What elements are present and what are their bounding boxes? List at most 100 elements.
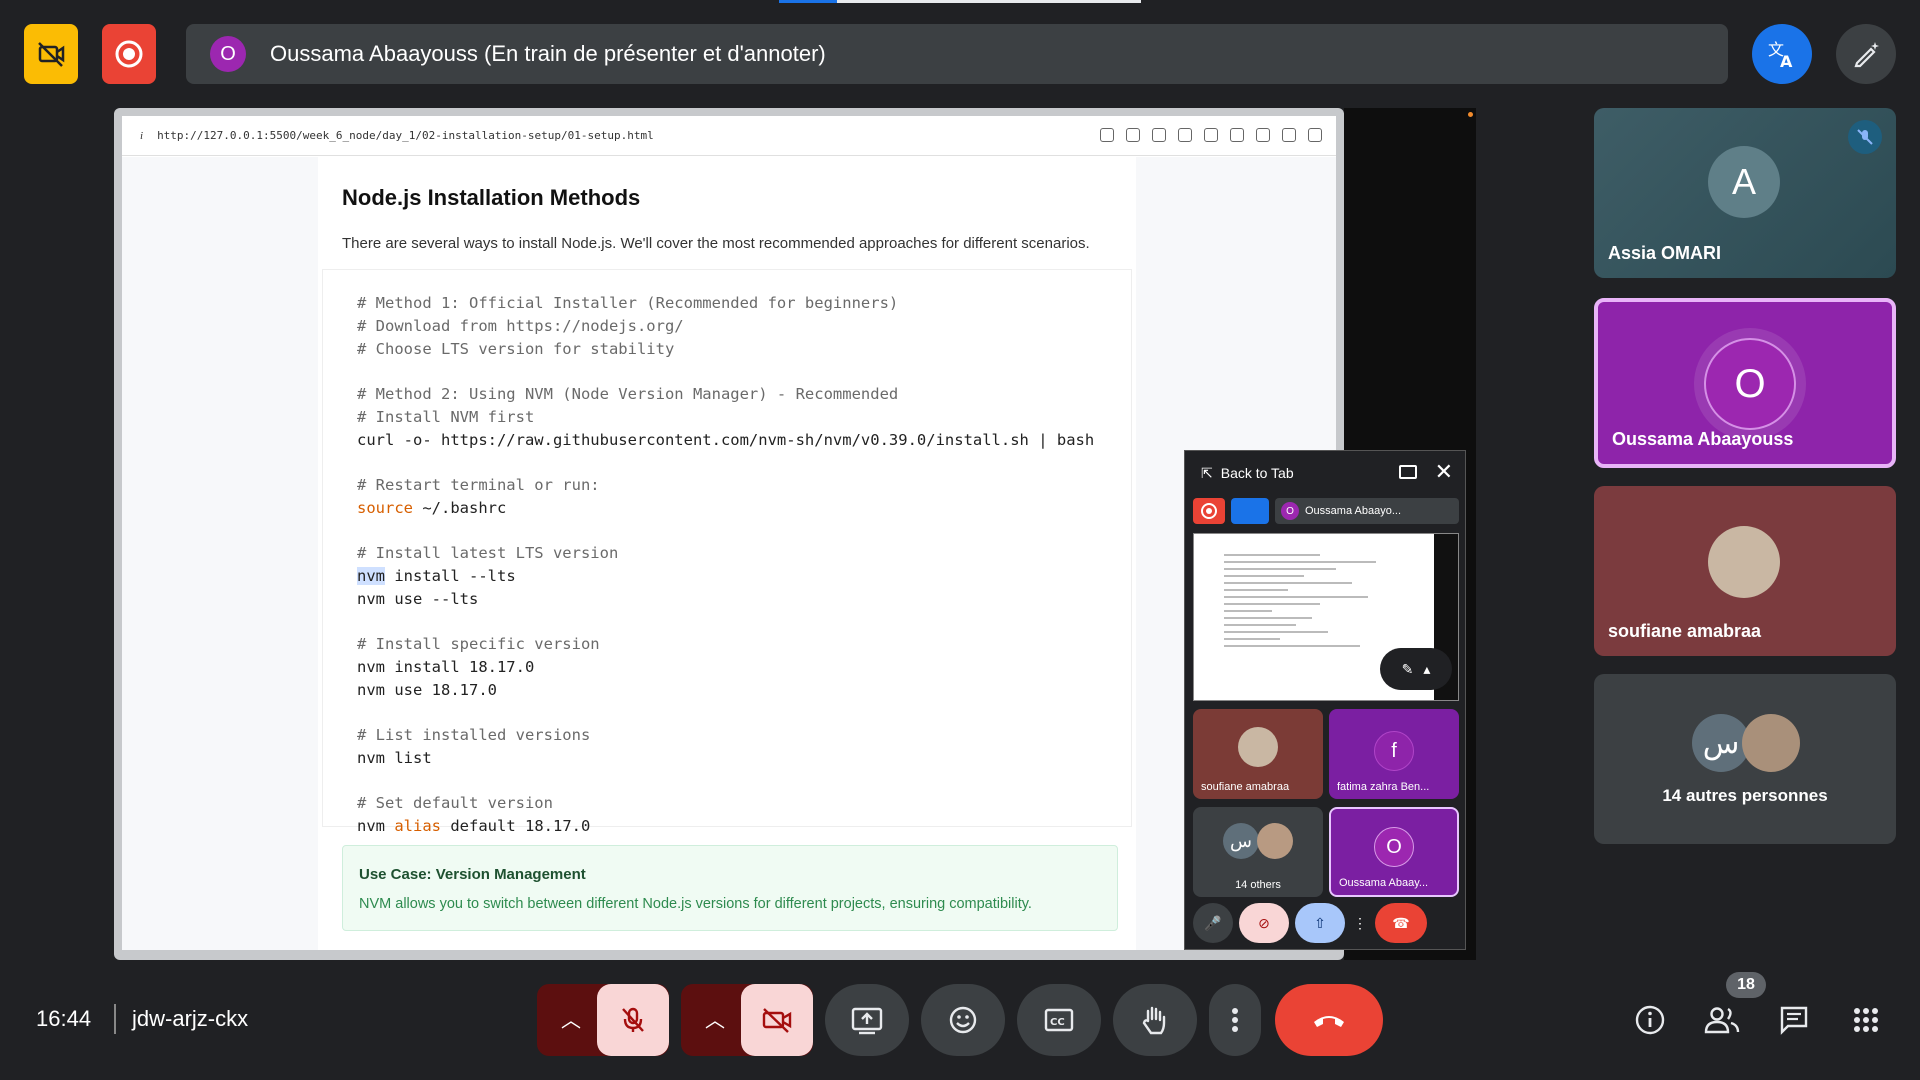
leave-call-button[interactable]	[1275, 984, 1383, 1056]
avatar	[1238, 727, 1278, 767]
hand-icon	[1142, 1006, 1166, 1035]
pip-mini-topbar: O Oussama Abaayo...	[1193, 497, 1459, 525]
code-line: nvm alias default 18.17.0	[357, 817, 590, 835]
link-icon	[1100, 128, 1114, 142]
code-block: # Method 1: Official Installer (Recommen…	[322, 269, 1132, 835]
camera-icon	[1152, 128, 1166, 142]
selected-text: nvm	[357, 567, 385, 585]
code-icon	[1256, 128, 1270, 142]
divider	[114, 1004, 116, 1034]
pip-screen-preview: ✎ ▴	[1193, 533, 1459, 701]
code-line: # Restart terminal or run:	[357, 476, 600, 494]
code-line: nvm use 18.17.0	[357, 681, 497, 699]
muted-mic-icon	[1848, 120, 1882, 154]
avatar: f	[1374, 731, 1414, 771]
code-line: nvm use --lts	[357, 590, 479, 608]
code-line: # Install NVM first	[357, 408, 535, 426]
pip-present-button[interactable]: ⇧	[1295, 903, 1345, 943]
close-icon[interactable]: ✕	[1435, 459, 1453, 485]
translate-icon: 文 A	[1768, 40, 1793, 71]
recording-button[interactable]	[102, 24, 156, 84]
participant-tile-oussama[interactable]: O Oussama Abaayouss	[1594, 298, 1896, 468]
back-to-tab-button[interactable]: ⇱ Back to Tab	[1185, 451, 1465, 495]
captions-button[interactable]: CC	[1017, 984, 1101, 1056]
screenshot-icon	[1126, 128, 1140, 142]
participant-name: soufiane amabraa	[1608, 621, 1762, 641]
page-area: Node.js Installation Methods There are s…	[122, 157, 1336, 950]
code-text: install --lts	[385, 567, 516, 585]
target-icon	[1230, 128, 1244, 142]
emoji-icon	[949, 1006, 977, 1034]
pip-mic-button[interactable]: 🎤	[1193, 903, 1233, 943]
participant-tile-soufiane[interactable]: soufiane amabraa	[1594, 486, 1896, 656]
intro-paragraph: There are several ways to install Node.j…	[342, 235, 1090, 252]
participant-name: Assia OMARI	[1608, 243, 1722, 263]
back-to-tab-label: Back to Tab	[1220, 465, 1294, 481]
activities-button[interactable]	[1846, 1000, 1886, 1040]
pin-icon	[1282, 128, 1296, 142]
avatar	[1742, 714, 1800, 772]
chevron-up-icon[interactable]: ︿	[705, 1004, 725, 1033]
svg-text:CC: CC	[1050, 1017, 1065, 1028]
chevron-up-icon[interactable]: ︿	[561, 1004, 581, 1033]
mini-translate-icon	[1231, 498, 1269, 524]
pip-tile-soufiane: soufiane amabraa	[1193, 709, 1323, 799]
present-screen-button[interactable]	[825, 984, 909, 1056]
more-options-button[interactable]	[1209, 984, 1261, 1056]
avatar: O	[1374, 827, 1414, 867]
chat-button[interactable]	[1774, 1000, 1814, 1040]
avatar	[1257, 823, 1293, 859]
indicator-dot	[1468, 112, 1473, 117]
participant-tile-assia[interactable]: A Assia OMARI	[1594, 108, 1896, 278]
site-info-icon: i	[140, 129, 144, 142]
chat-icon[interactable]	[1399, 465, 1417, 479]
closed-captions-icon: CC	[1044, 1008, 1074, 1032]
pip-tile-fatima: f fatima zahra Ben...	[1329, 709, 1459, 799]
meeting-code: jdw-arjz-ckx	[132, 1006, 249, 1031]
picture-in-picture-panel[interactable]: ⇱ Back to Tab ✕ O Oussama Abaayo... ✎ ▴ s…	[1184, 450, 1466, 950]
svg-text:A: A	[1780, 52, 1793, 71]
code-text: default 18.17.0	[441, 817, 591, 835]
translate-button[interactable]: 文 A	[1752, 24, 1812, 84]
reactions-button[interactable]	[921, 984, 1005, 1056]
pen-sparkle-icon	[1854, 42, 1879, 68]
page-title: Node.js Installation Methods	[342, 185, 641, 210]
clock: 16:44	[36, 1006, 92, 1031]
avatar: A	[1708, 146, 1780, 218]
code-line: nvm install 18.17.0	[357, 658, 535, 676]
info-icon	[1635, 1005, 1665, 1035]
code-line: # Download from https://nodejs.org/	[357, 317, 684, 335]
camera-toggle-button[interactable]	[741, 984, 813, 1056]
avatar	[1708, 526, 1780, 598]
call-end-icon	[1314, 1016, 1344, 1027]
pip-tile-oussama: O Oussama Abaay...	[1329, 807, 1459, 897]
others-count-label: 14 autres personnes	[1662, 786, 1828, 805]
pip-more-button[interactable]: ⋮	[1351, 903, 1369, 943]
presenter-banner: O Oussama Abaayouss (En train de présent…	[186, 24, 1728, 84]
pip-controls: 🎤 ⊘ ⇧ ⋮ ☎	[1193, 901, 1459, 945]
people-button[interactable]	[1702, 1000, 1742, 1040]
code-line: # Set default version	[357, 794, 553, 812]
presenter-label: Oussama Abaayouss (En train de présenter…	[270, 41, 826, 66]
code-text: nvm	[357, 817, 395, 835]
meeting-info-button[interactable]	[1630, 1000, 1670, 1040]
raise-hand-button[interactable]	[1113, 984, 1197, 1056]
presenter-avatar: O	[210, 36, 246, 72]
pip-tile-name: 14 others	[1235, 879, 1281, 891]
pip-end-call-button[interactable]: ☎	[1375, 903, 1427, 943]
pip-camera-off-button[interactable]: ⊘	[1239, 903, 1289, 943]
mic-toggle-button[interactable]	[597, 984, 669, 1056]
presentation-progress-bar	[779, 0, 1141, 3]
code-line: curl -o- https://raw.githubusercontent.c…	[357, 431, 1095, 449]
code-line: # Method 2: Using NVM (Node Version Mana…	[357, 385, 899, 403]
code-keyword: source	[357, 499, 413, 517]
participant-count-badge: 18	[1726, 972, 1766, 998]
participant-tile-others[interactable]: س 14 autres personnes	[1594, 674, 1896, 844]
avatar: س	[1223, 823, 1259, 859]
camera-off-indicator-button[interactable]	[24, 24, 78, 84]
annotate-button[interactable]	[1836, 24, 1896, 84]
no-video-icon	[38, 42, 65, 67]
code-line: # Install latest LTS version	[357, 544, 619, 562]
code-text: ~/.bashrc	[413, 499, 507, 517]
mini-presenter-name: Oussama Abaayo...	[1305, 505, 1401, 517]
